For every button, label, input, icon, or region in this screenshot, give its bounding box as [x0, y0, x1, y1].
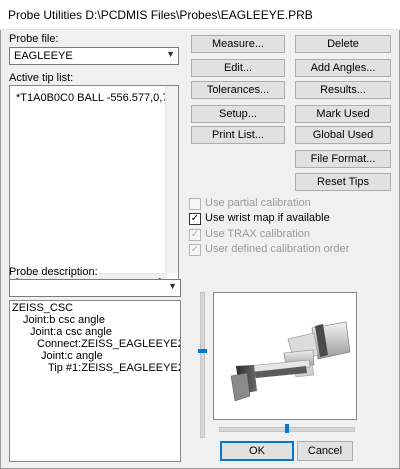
probe-description-label: Probe description:	[9, 266, 98, 278]
measure-button[interactable]: Measure...	[191, 35, 285, 53]
probe-file-label: Probe file:	[9, 33, 59, 45]
add-angles-button[interactable]: Add Angles...	[295, 59, 391, 77]
chevron-down-icon: ▼	[168, 281, 177, 291]
file-format-button[interactable]: File Format...	[295, 150, 391, 168]
tree-node[interactable]: Connect:ZEISS_EAGLEEYE2_C_JOINT	[37, 338, 180, 350]
tree-node[interactable]: ZEISS_CSC	[12, 302, 73, 314]
probe-description-tree[interactable]: ZEISS_CSC Joint:b csc angle Joint:a csc …	[9, 300, 181, 462]
check-icon: ✓	[189, 244, 201, 256]
checkbox-box	[189, 198, 201, 210]
tolerances-button[interactable]: Tolerances...	[191, 81, 285, 99]
horizontal-slider-thumb[interactable]	[285, 424, 289, 433]
tree-node[interactable]: Joint:a csc angle	[30, 326, 112, 338]
title-bar: Probe Utilities D:\PCDMIS Files\Probes\E…	[0, 0, 400, 30]
probe-model-image	[230, 321, 351, 402]
results-button[interactable]: Results...	[295, 81, 391, 99]
check-icon: ✓	[189, 229, 201, 241]
cancel-button[interactable]: Cancel	[297, 441, 353, 461]
probe-file-value: EAGLEEYE	[14, 50, 73, 62]
print-list-button[interactable]: Print List...	[191, 126, 285, 144]
vertical-slider-thumb[interactable]	[198, 349, 207, 353]
list-item[interactable]: *T1A0B0C0 BALL -556.577,0,77.45 -1,0,0	[16, 92, 168, 104]
edit-button[interactable]: Edit...	[191, 59, 285, 77]
probe-3d-view[interactable]	[213, 292, 357, 420]
tip-list[interactable]: *T1A0B0C0 BALL -556.577,0,77.45 -1,0,0 ◀…	[9, 85, 179, 287]
rotate-vertical-slider[interactable]	[200, 292, 205, 438]
chevron-down-icon: ▼	[166, 49, 175, 59]
mark-used-button[interactable]: Mark Used	[295, 105, 391, 123]
tip-list-label: Active tip list:	[9, 72, 74, 84]
ok-button[interactable]: OK	[220, 441, 294, 461]
probe-description-combo[interactable]: ▼	[9, 279, 181, 297]
tree-node[interactable]: Joint:b csc angle	[23, 314, 105, 326]
tree-node[interactable]: Tip #1:ZEISS_EAGLEEYE2_SENSOR	[48, 362, 180, 374]
delete-button[interactable]: Delete	[295, 35, 391, 53]
check-icon: ✓	[189, 213, 201, 225]
window-title: Probe Utilities D:\PCDMIS Files\Probes\E…	[8, 8, 313, 22]
reset-tips-button[interactable]: Reset Tips	[295, 173, 391, 191]
dialog-body: Probe file: EAGLEEYE ▼ Active tip list: …	[0, 30, 400, 469]
tip-list-vscrollbar[interactable]	[165, 86, 178, 273]
probe-file-combo[interactable]: EAGLEEYE ▼	[9, 47, 179, 65]
setup-button[interactable]: Setup...	[191, 105, 285, 123]
global-used-button[interactable]: Global Used	[295, 126, 391, 144]
tree-node[interactable]: Joint:c angle	[41, 350, 103, 362]
